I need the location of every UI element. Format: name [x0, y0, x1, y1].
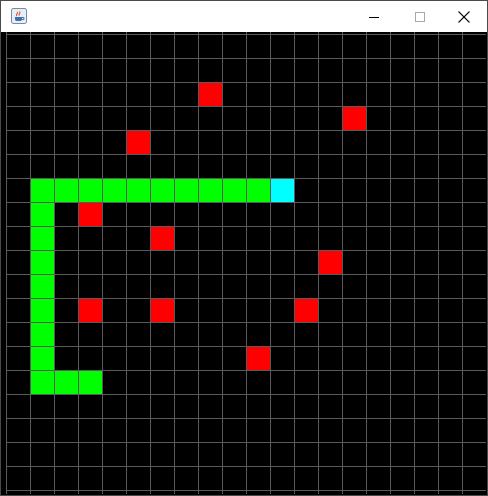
food-cell	[247, 347, 270, 370]
food-cell	[151, 299, 174, 322]
food-cell	[79, 203, 102, 226]
snake-segment	[175, 179, 198, 202]
food-cell	[127, 131, 150, 154]
minimize-icon	[369, 16, 379, 18]
snake-segment	[79, 371, 102, 394]
snake-segment	[31, 251, 54, 274]
title-bar[interactable]	[1, 1, 487, 32]
snake-segment	[31, 371, 54, 394]
snake-segment	[151, 179, 174, 202]
snake-segment	[247, 179, 270, 202]
snake-segment	[127, 179, 150, 202]
snake-segment	[31, 275, 54, 298]
grid-lines	[6, 32, 486, 494]
game-board-canvas	[6, 32, 486, 494]
food-cell	[343, 107, 366, 130]
snake-segment	[31, 227, 54, 250]
maximize-button[interactable]	[397, 1, 443, 32]
food-cell	[151, 227, 174, 250]
food-cell	[295, 299, 318, 322]
game-board[interactable]	[6, 32, 486, 494]
snake-segment	[31, 323, 54, 346]
food-cell	[199, 83, 222, 106]
food-cell	[79, 299, 102, 322]
close-icon	[458, 10, 470, 23]
snake-segment	[31, 179, 54, 202]
food-cell	[319, 251, 342, 274]
close-button[interactable]	[441, 1, 487, 32]
snake-segment	[223, 179, 246, 202]
snake-segment	[31, 299, 54, 322]
game-window	[0, 0, 488, 496]
java-coffee-cup-icon	[11, 8, 27, 24]
snake-head	[271, 179, 294, 202]
snake-segment	[103, 179, 126, 202]
snake-segment	[199, 179, 222, 202]
snake-segment	[55, 179, 78, 202]
snake-segment	[79, 179, 102, 202]
minimize-button[interactable]	[351, 1, 397, 32]
snake-segment	[31, 203, 54, 226]
snake-segment	[55, 371, 78, 394]
snake-segment	[31, 347, 54, 370]
maximize-icon	[415, 11, 425, 22]
